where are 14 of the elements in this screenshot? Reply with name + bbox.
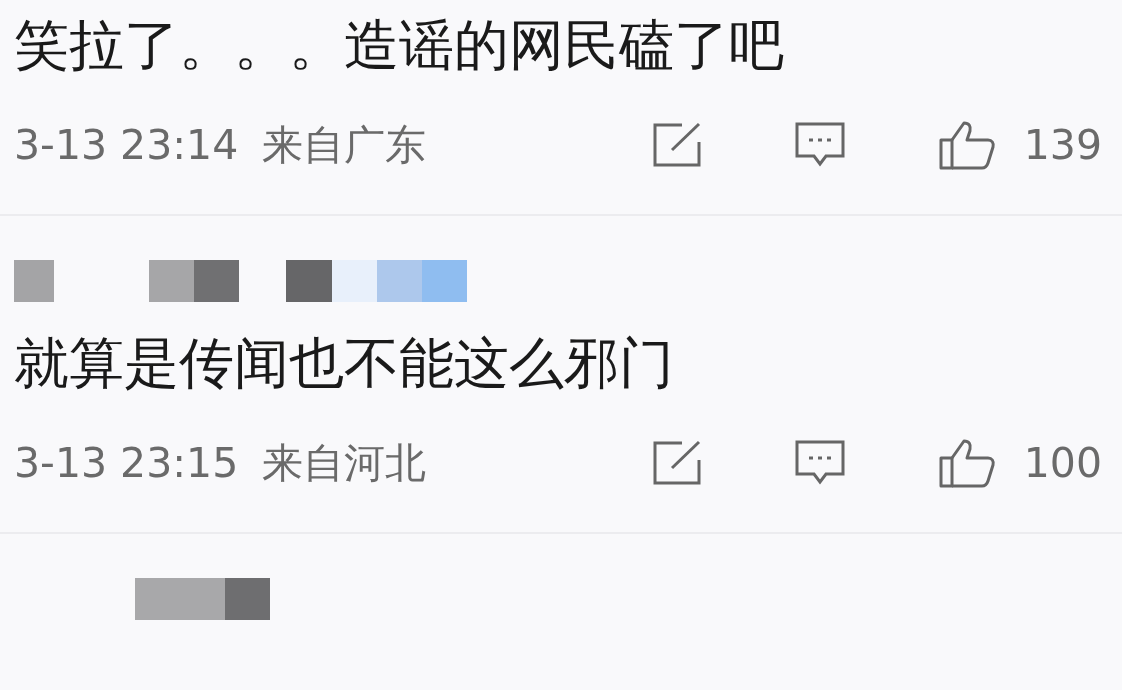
comment-text: 笑拉了。。。造谣的网民磕了吧: [14, 12, 785, 79]
comment-time: 3-13 23:14: [14, 121, 239, 169]
comment-icon[interactable]: [793, 121, 846, 169]
comment-time: 3-13 23:15: [14, 439, 239, 487]
share-icon[interactable]: [651, 122, 702, 168]
comment-location: 来自河北: [262, 437, 427, 489]
comment-icon[interactable]: [793, 439, 846, 487]
thumbs-up-icon[interactable]: [937, 438, 996, 488]
thumbs-up-icon[interactable]: [937, 120, 996, 170]
share-icon[interactable]: [651, 440, 702, 486]
comment-location: 来自广东: [262, 119, 427, 171]
comment-text: 就算是传闻也不能这么邪门: [14, 330, 675, 397]
like-count: 139: [1023, 121, 1102, 169]
like-count: 100: [1023, 439, 1102, 487]
